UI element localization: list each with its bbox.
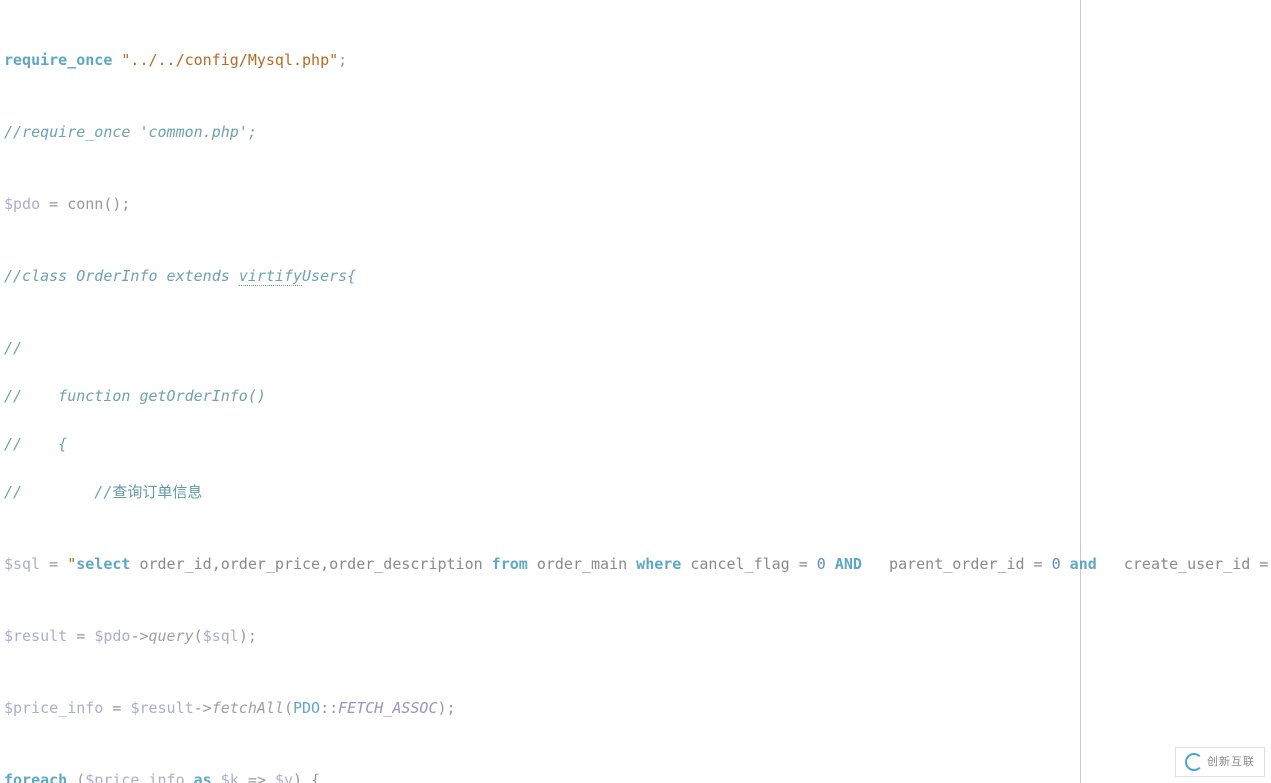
code-line: $pdo = conn(); <box>4 192 1080 216</box>
code-line: // function getOrderInfo() <box>4 384 1080 408</box>
code-line: $result = $pdo->query($sql); <box>4 624 1080 648</box>
code-line: require_once "../../config/Mysql.php"; <box>4 48 1080 72</box>
watermark-text: 创新互联 <box>1207 750 1255 774</box>
code-line: foreach ($price_info as $k => $v) { <box>4 768 1080 783</box>
code-line: //require_once 'common.php'; <box>4 120 1080 144</box>
code-line-highlighted: $sql = "select order_id,order_price,orde… <box>4 552 1080 576</box>
code-line: $price_info = $result->fetchAll(PDO::FET… <box>4 696 1080 720</box>
code-line: // //查询订单信息 <box>4 480 1080 504</box>
code-line: // { <box>4 432 1080 456</box>
watermark-logo: 创新互联 <box>1175 747 1265 777</box>
logo-icon <box>1185 753 1203 771</box>
code-line: //class OrderInfo extends virtifyUsers{ <box>4 264 1080 288</box>
code-line: // <box>4 336 1080 360</box>
code-editor[interactable]: require_once "../../config/Mysql.php"; /… <box>0 0 1081 783</box>
